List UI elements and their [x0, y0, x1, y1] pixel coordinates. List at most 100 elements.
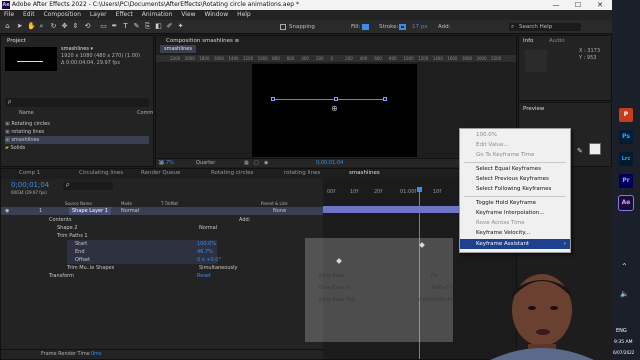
col-trkmat[interactable]: T TrkMat: [161, 200, 178, 207]
powerpoint-icon[interactable]: P: [619, 108, 633, 122]
speaker-icon[interactable]: 🔈: [620, 290, 629, 298]
project-col-comment[interactable]: Comm: [137, 110, 153, 117]
rectangle-tool-icon[interactable]: ▭: [100, 23, 107, 30]
camera-snapshot-icon[interactable]: ◉: [264, 160, 268, 167]
end-label[interactable]: End: [75, 248, 85, 256]
layer-mode[interactable]: Normal: [121, 207, 139, 215]
chevron-up-icon[interactable]: ⌃: [621, 262, 628, 271]
pan-tool-icon[interactable]: ✥: [61, 23, 68, 30]
menu-item-select-following-keyframes[interactable]: Select Following Keyframes: [460, 184, 570, 194]
tab-comp-1[interactable]: Comp 1: [19, 169, 40, 178]
trim-paths-label[interactable]: Trim Paths 1: [57, 232, 88, 240]
tab-render-queue[interactable]: Render Queue: [141, 169, 180, 178]
offset-label[interactable]: Offset: [75, 256, 90, 264]
photoshop-icon[interactable]: Ps: [619, 130, 633, 144]
premiere-icon[interactable]: Pr: [619, 174, 633, 188]
orbit-tool-icon[interactable]: ↻: [50, 23, 57, 30]
zoom-tool-icon[interactable]: ⌕: [38, 23, 45, 30]
rotation-tool-icon[interactable]: ⟲: [84, 23, 91, 30]
eye-icon[interactable]: ◉: [5, 207, 9, 215]
timeline-search-field[interactable]: ρ: [63, 182, 113, 190]
layer-parent[interactable]: None: [273, 207, 286, 215]
menu-view[interactable]: View: [181, 11, 195, 18]
minimize-button[interactable]: —: [548, 0, 564, 10]
menu-animation[interactable]: Animation: [142, 11, 173, 18]
preview-title[interactable]: Preview: [523, 105, 544, 113]
snapping-checkbox[interactable]: [280, 24, 286, 30]
roto-brush-tool-icon[interactable]: ✐: [166, 23, 173, 30]
project-search-field[interactable]: ρ: [5, 98, 149, 107]
color-picker-swatch[interactable]: [589, 143, 601, 155]
language-indicator[interactable]: ENG: [616, 328, 627, 334]
layer-row[interactable]: ◉ 1 Shape Layer 1 Normal None: [1, 207, 323, 215]
stroke-swatch[interactable]: [399, 24, 406, 30]
fill-swatch[interactable]: [362, 24, 369, 30]
composition-panel-title[interactable]: Composition smashlines ≡: [166, 37, 239, 45]
grid-icon[interactable]: ▦: [244, 160, 249, 167]
vertex-handle[interactable]: [271, 97, 275, 101]
col-parent[interactable]: Parent & Link: [261, 200, 288, 207]
col-source-name[interactable]: Source Name: [65, 200, 92, 207]
menu-effect[interactable]: Effect: [116, 11, 133, 18]
project-item[interactable]: ▣ Rotating circles: [5, 120, 149, 128]
shape2-mode[interactable]: Normal: [199, 224, 217, 232]
menu-item-keyframe-velocity[interactable]: Keyframe Velocity...: [460, 228, 570, 238]
dolly-tool-icon[interactable]: ⇕: [72, 23, 79, 30]
menu-item-select-previous-keyframes[interactable]: Select Previous Keyframes: [460, 174, 570, 184]
anchor-point-icon[interactable]: ⊕: [331, 105, 338, 113]
timeline-timecode[interactable]: 0;00;01;04: [11, 181, 49, 189]
clock-date[interactable]: 6/07/2022: [613, 350, 634, 355]
search-help-field[interactable]: ⌕ Search Help: [509, 23, 581, 31]
clone-stamp-tool-icon[interactable]: ⎘: [144, 23, 151, 30]
menu-item-toggle-hold-keyframe[interactable]: Toggle Hold Keyframe: [460, 198, 570, 208]
mask-icon[interactable]: ▢: [254, 160, 259, 167]
menu-file[interactable]: File: [4, 11, 14, 18]
project-item-selected[interactable]: ▣ smashlines: [5, 136, 149, 144]
end-value[interactable]: 46.7%: [197, 248, 213, 256]
tab-rotating-circles[interactable]: Rotating circles: [211, 169, 253, 178]
after-effects-icon[interactable]: Ae: [618, 195, 634, 211]
composition-canvas[interactable]: ⊕: [252, 64, 417, 157]
transform-label[interactable]: Transform: [49, 272, 74, 280]
shape-line[interactable]: [273, 99, 385, 100]
home-icon[interactable]: ⌂: [4, 23, 11, 30]
offset-value[interactable]: 0 x +0.0°: [197, 256, 221, 264]
puppet-tool-icon[interactable]: ✦: [177, 23, 184, 30]
contents-label[interactable]: Contents: [49, 216, 72, 224]
selection-tool-icon[interactable]: ➤: [16, 23, 23, 30]
menu-item-keyframe-assistant[interactable]: Keyframe Assistant ›: [460, 239, 570, 249]
tab-rotating-lines[interactable]: rotating lines: [284, 169, 320, 178]
start-label[interactable]: Start: [75, 240, 87, 248]
menu-item-keyframe-interpolation[interactable]: Keyframe Interpolation...: [460, 208, 570, 218]
brush-tool-icon[interactable]: ✎: [133, 23, 140, 30]
stroke-width-value[interactable]: 17 px: [412, 20, 428, 34]
eraser-tool-icon[interactable]: ◧: [155, 23, 162, 30]
pen-tool-icon[interactable]: ✒: [111, 23, 118, 30]
clock-time[interactable]: 9:35 AM: [614, 340, 633, 345]
zoom-dropdown[interactable]: 16.7%: [158, 160, 174, 167]
lightroom-icon[interactable]: Lrc: [619, 152, 633, 166]
playhead-handle[interactable]: [417, 187, 422, 192]
project-col-name[interactable]: Name: [19, 110, 34, 117]
vertex-handle[interactable]: [383, 97, 387, 101]
menu-help[interactable]: Help: [237, 11, 251, 18]
transform-reset[interactable]: Reset: [197, 272, 211, 280]
project-item[interactable]: ▣ rotating lines: [5, 128, 149, 136]
hand-tool-icon[interactable]: ✋: [27, 23, 36, 30]
composition-timecode[interactable]: 0;00;01;04: [316, 160, 343, 167]
start-value[interactable]: 100.0%: [197, 240, 216, 248]
trim-multiple-dropdown[interactable]: Simultaneously: [199, 264, 237, 272]
info-tab[interactable]: Info: [523, 37, 533, 45]
shape2-label[interactable]: Shape 2: [57, 224, 77, 232]
footage-name[interactable]: smashlines ▾: [61, 46, 93, 53]
tab-smashlines[interactable]: smashlines: [349, 169, 380, 178]
maximize-button[interactable]: ☐: [570, 0, 586, 10]
menu-edit[interactable]: Edit: [23, 11, 35, 18]
project-panel-title[interactable]: Project: [7, 37, 26, 45]
layer-name[interactable]: Shape Layer 1: [69, 207, 111, 215]
audio-tab[interactable]: Audio: [549, 37, 565, 45]
eyedropper-icon[interactable]: ✎: [577, 147, 583, 155]
menu-item-select-equal-keyframes[interactable]: Select Equal Keyframes: [460, 164, 570, 174]
menu-layer[interactable]: Layer: [90, 11, 107, 18]
col-mode[interactable]: Mode: [121, 200, 132, 207]
